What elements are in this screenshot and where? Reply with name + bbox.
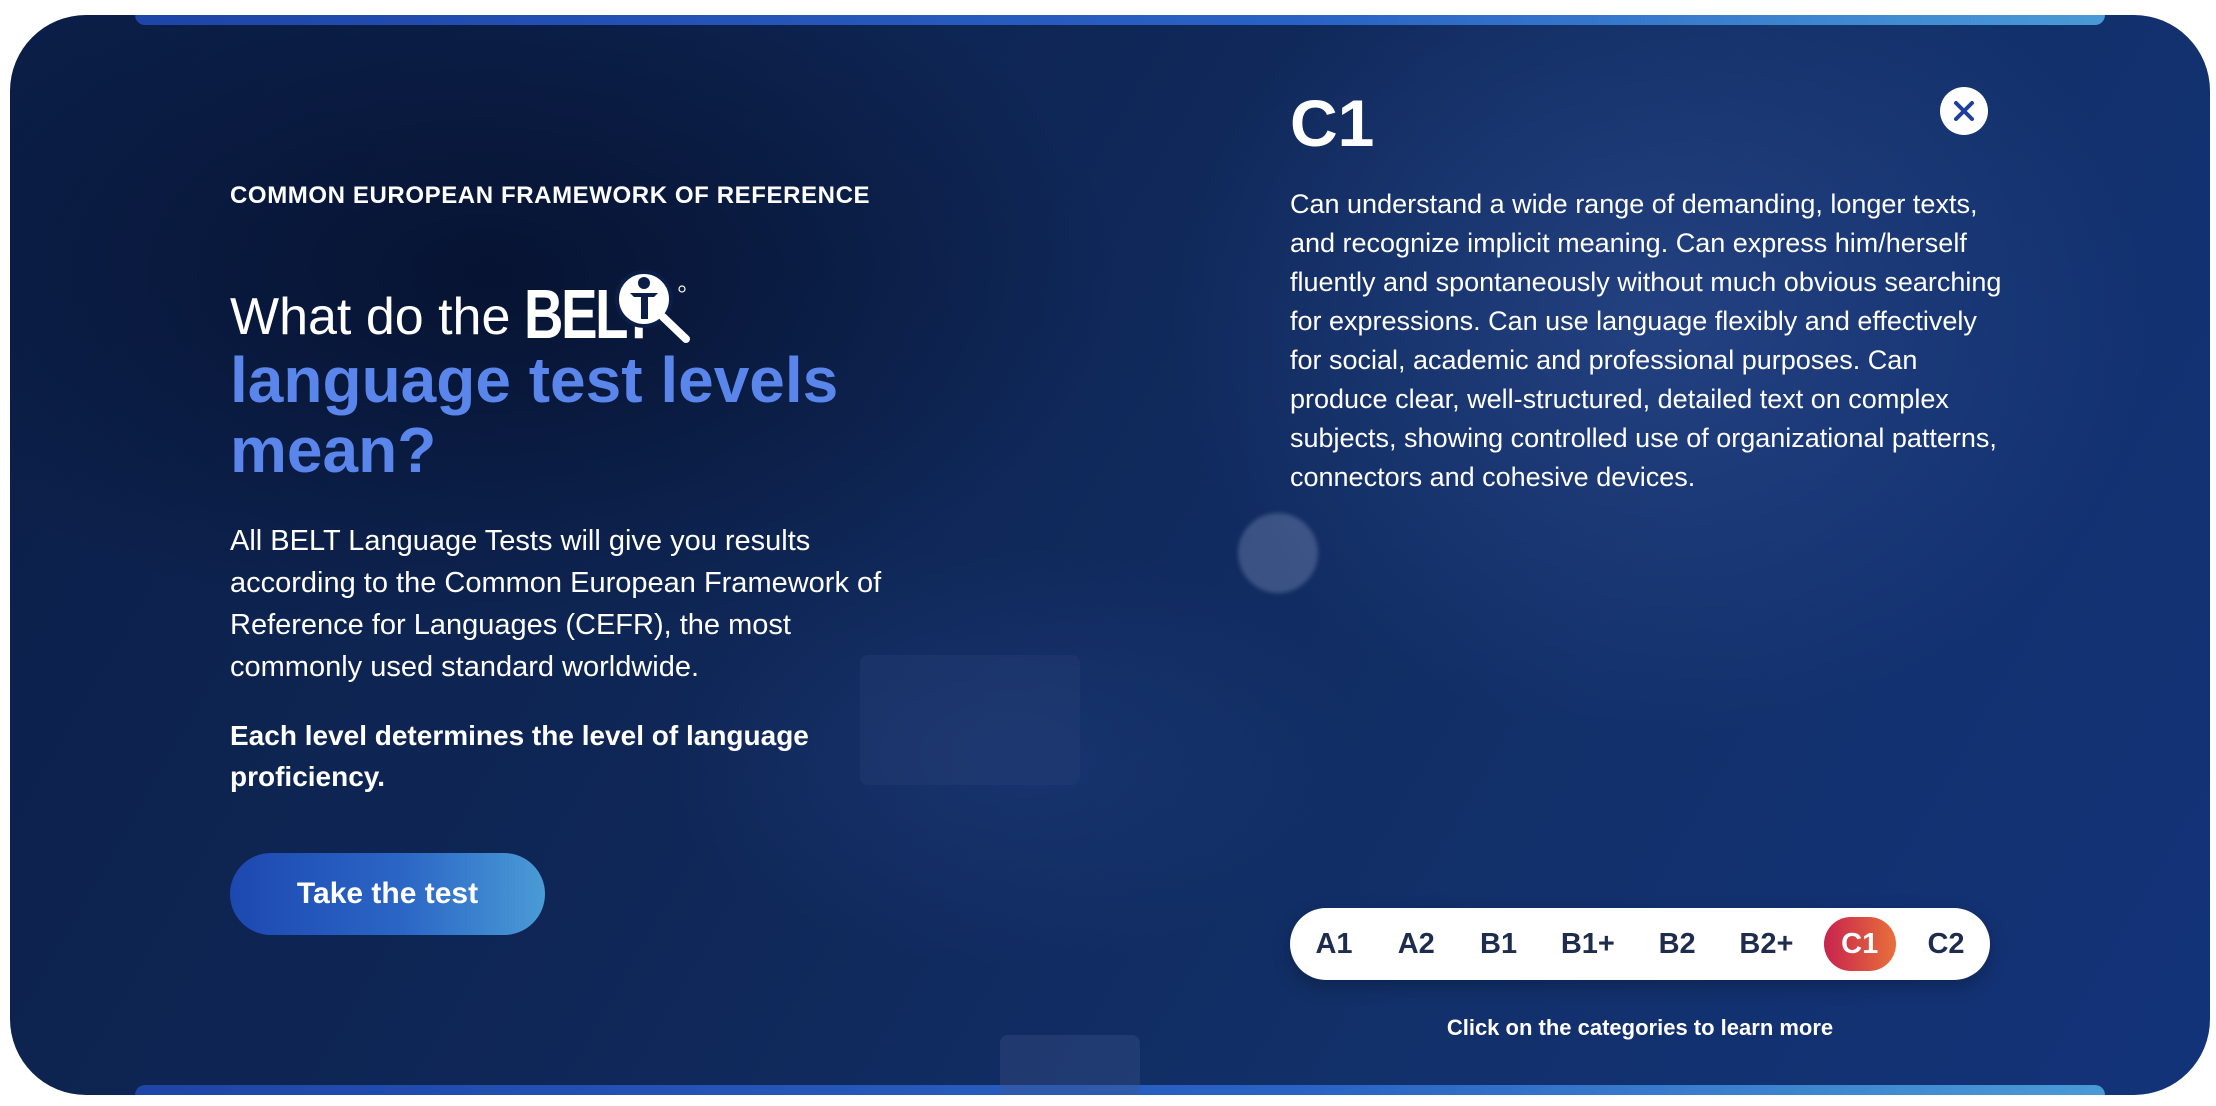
level-option[interactable]: A2 xyxy=(1384,917,1448,971)
background-shape xyxy=(1000,1035,1140,1095)
level-title: C1 xyxy=(1290,86,1375,160)
intro-paragraph: All BELT Language Tests will give you re… xyxy=(230,525,882,683)
level-option[interactable]: B1+ xyxy=(1549,917,1627,971)
level-option[interactable]: C1 xyxy=(1823,917,1896,971)
cefr-levels-card: COMMON EUROPEAN FRAMEWORK OF REFERENCE W… xyxy=(10,15,2210,1095)
level-picker-hint: Click on the categories to learn more xyxy=(1446,1015,1834,1040)
belt-logo: BELT xyxy=(524,265,691,349)
heading-line: What do the BELT xyxy=(230,265,930,349)
heading-accent: language test levels mean? xyxy=(230,344,839,486)
emphasis-paragraph: Each level determines the level of langu… xyxy=(230,720,809,792)
level-description: Can understand a wide range of demanding… xyxy=(1290,189,2002,492)
level-option[interactable]: B1 xyxy=(1467,917,1531,971)
close-icon xyxy=(1954,101,1974,121)
background-glow xyxy=(1238,513,1318,593)
level-option[interactable]: A1 xyxy=(1302,917,1366,971)
page-heading: What do the BELT language test levels me… xyxy=(230,265,930,485)
level-option[interactable]: C2 xyxy=(1914,917,1978,971)
take-the-test-button[interactable]: Take the test xyxy=(230,853,545,935)
section-eyebrow: COMMON EUROPEAN FRAMEWORK OF REFERENCE xyxy=(230,182,871,209)
magnifier-person-icon xyxy=(615,270,691,343)
top-accent-bar xyxy=(135,15,2105,25)
heading-prefix: What do the xyxy=(230,288,511,346)
close-button[interactable] xyxy=(1940,87,1988,135)
level-picker: A1 A2 B1 B1+ B2 B2+ C1 C2 xyxy=(1290,908,1990,980)
level-option[interactable]: B2+ xyxy=(1727,917,1805,971)
level-option[interactable]: B2 xyxy=(1645,917,1709,971)
